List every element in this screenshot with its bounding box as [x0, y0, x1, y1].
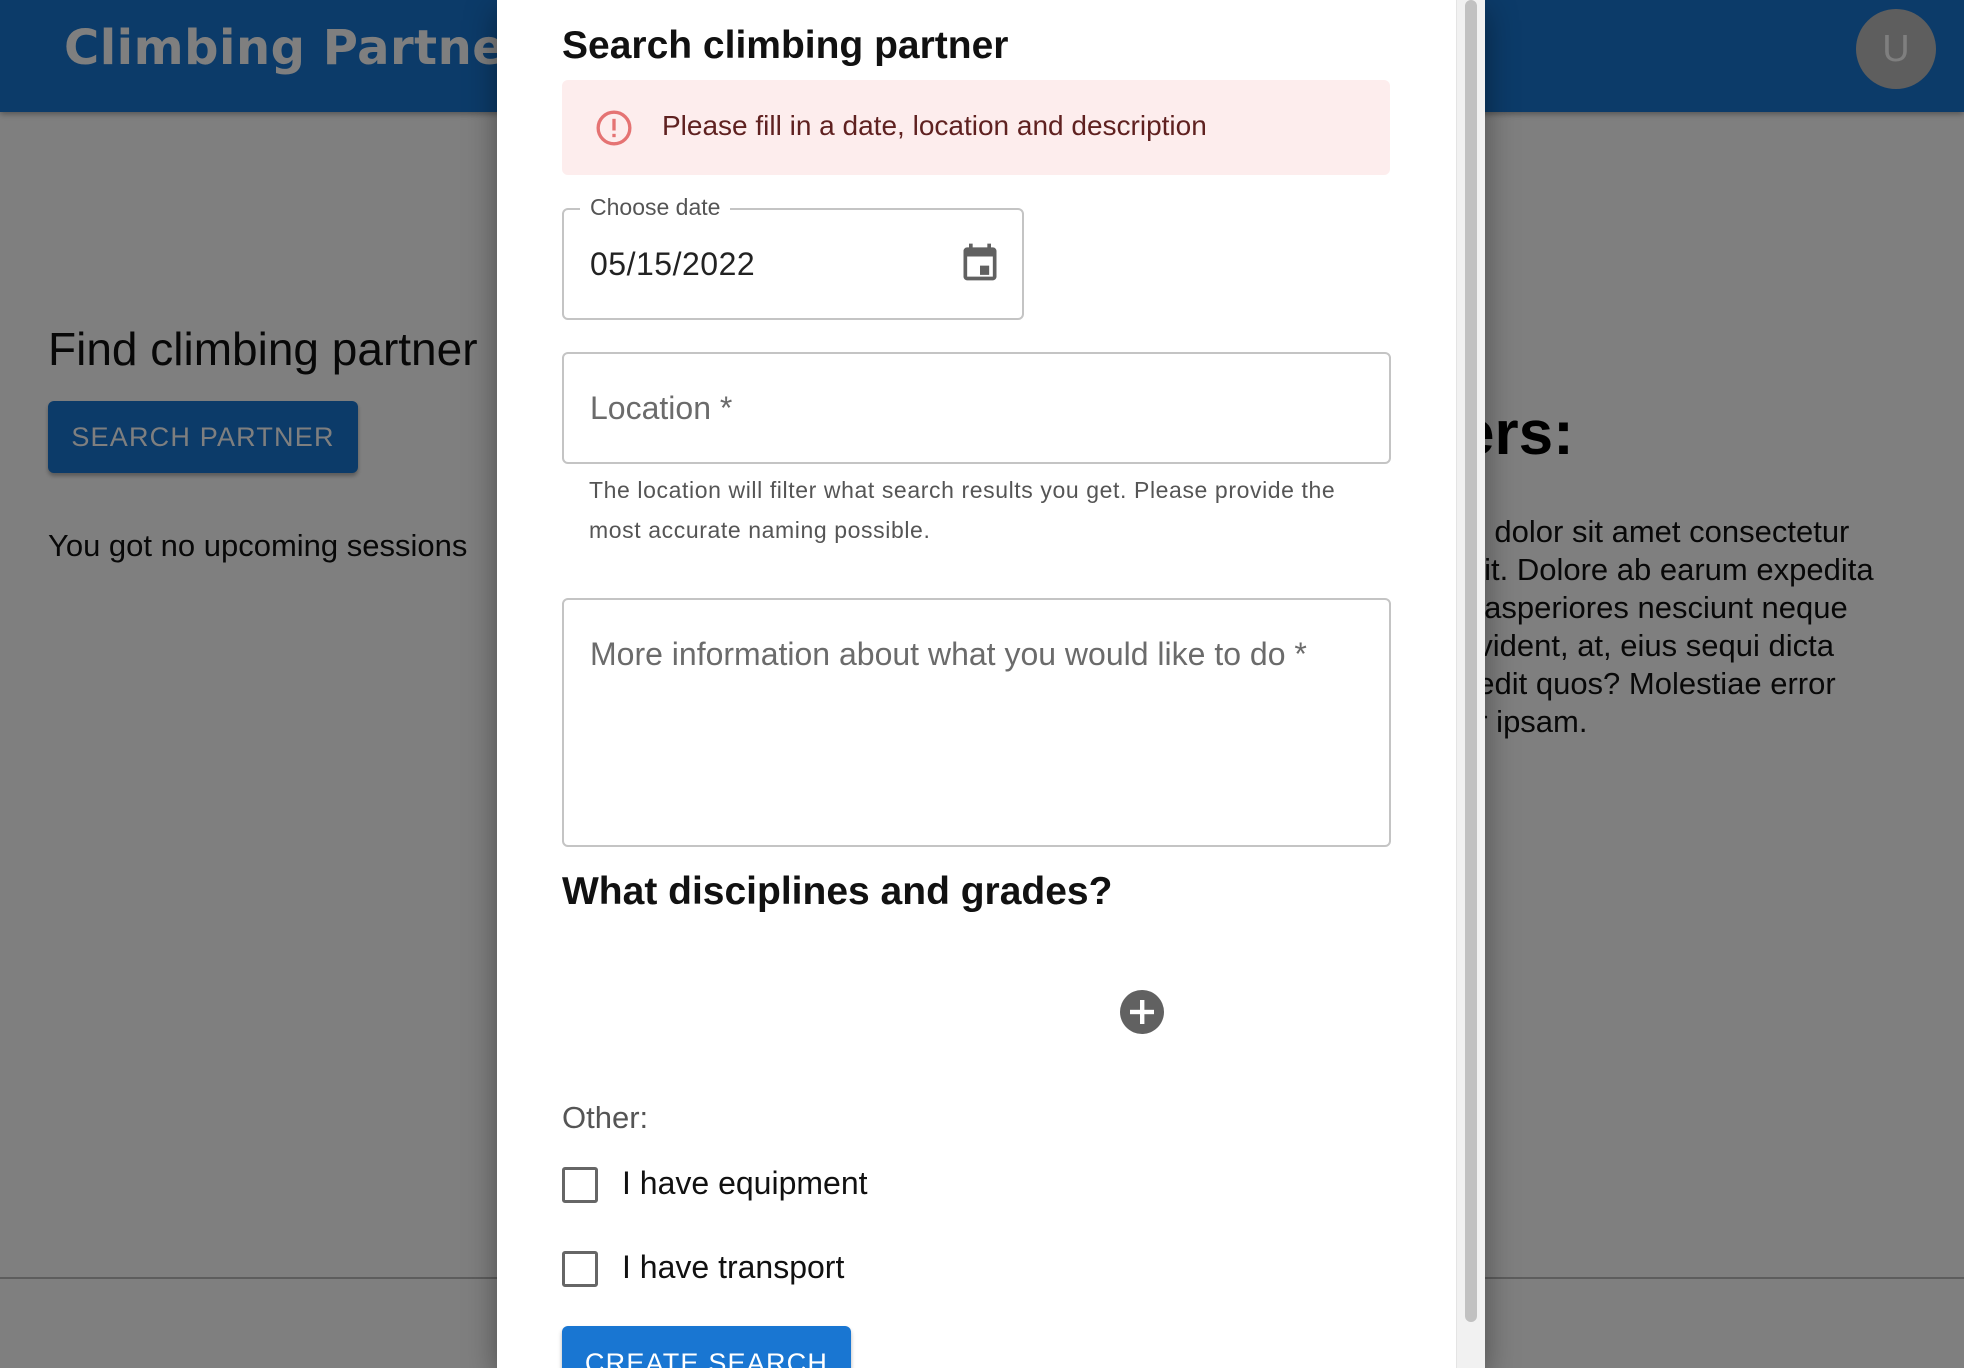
add-circle-icon[interactable] — [1118, 988, 1166, 1036]
dialog-scrollbar[interactable] — [1456, 0, 1485, 1368]
calendar-icon[interactable] — [958, 240, 1002, 284]
alert-message: Please fill in a date, location and desc… — [662, 110, 1207, 141]
other-label: Other: — [562, 1100, 649, 1135]
location-placeholder: Location * — [590, 390, 733, 426]
equipment-checkbox-label[interactable]: I have equipment — [622, 1165, 868, 1202]
scrollbar-thumb[interactable] — [1465, 0, 1477, 1322]
date-field[interactable]: Choose date 05/15/2022 — [562, 194, 1024, 320]
location-input[interactable]: Location * — [562, 352, 1391, 464]
description-placeholder: More information about what you would li… — [590, 636, 1307, 672]
error-outline-icon — [596, 110, 632, 146]
date-value[interactable]: 05/15/2022 — [590, 246, 755, 283]
location-helper-text: The location will filter what search res… — [589, 477, 1336, 543]
error-alert: Please fill in a date, location and desc… — [562, 80, 1390, 175]
transport-checkbox[interactable] — [562, 1251, 598, 1287]
transport-checkbox-label[interactable]: I have transport — [622, 1249, 844, 1286]
description-textarea[interactable]: More information about what you would li… — [562, 598, 1391, 847]
create-search-button[interactable]: CREATE SEARCH — [562, 1326, 851, 1368]
disciplines-heading: What disciplines and grades? — [562, 870, 1113, 913]
search-partner-dialog: Search climbing partner Please fill in a… — [497, 0, 1485, 1368]
dialog-title: Search climbing partner — [562, 24, 1009, 67]
equipment-checkbox[interactable] — [562, 1167, 598, 1203]
date-label: Choose date — [580, 194, 731, 221]
